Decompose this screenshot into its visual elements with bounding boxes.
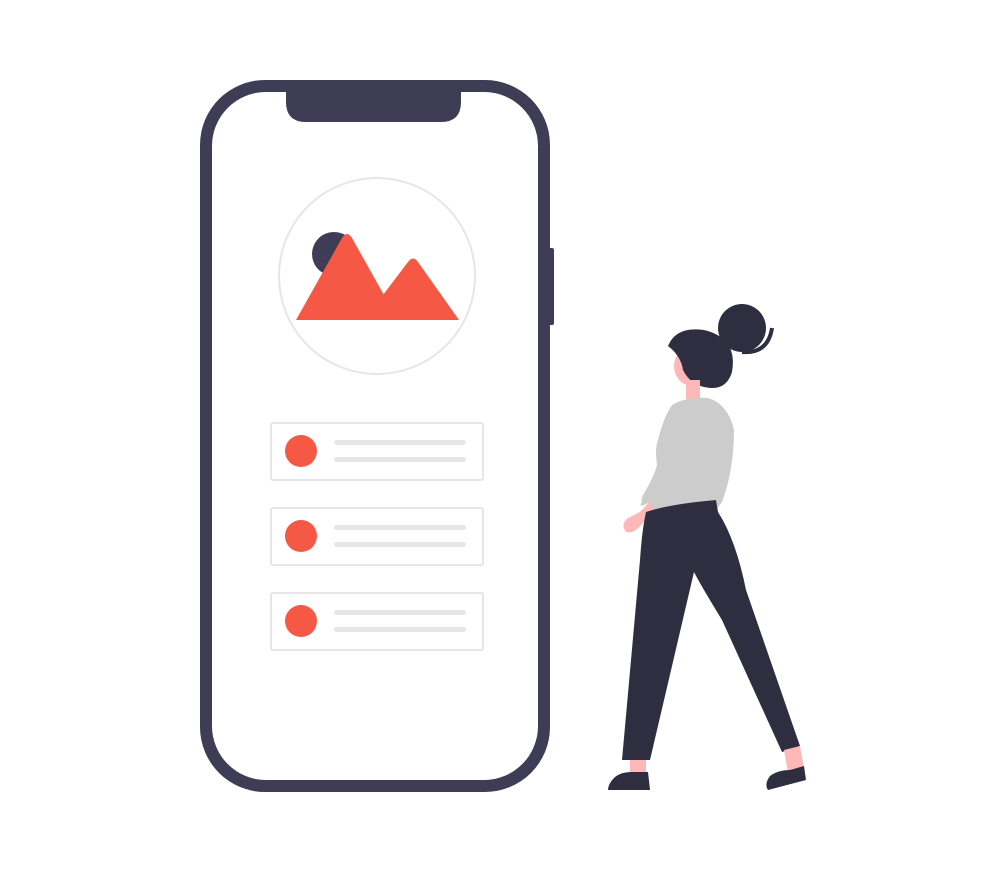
list-item-line-primary [334,525,466,530]
phone-notch [286,92,461,122]
list-item-line-primary [334,440,466,445]
list-item-line-primary [334,610,466,615]
person [608,304,806,790]
list-item[interactable] [270,507,484,566]
list-item-dot [285,605,317,637]
list-item-line-secondary [334,542,466,547]
ankle-back [630,760,646,774]
list-item[interactable] [270,422,484,481]
image-placeholder-circle [278,177,476,375]
image-placeholder-icon [278,177,476,375]
list-item-line-secondary [334,627,466,632]
pants [622,500,800,760]
shoe-back [608,772,650,790]
list-item-line-secondary [334,457,466,462]
phone [200,80,554,792]
list-item-dot [285,520,317,552]
illustration [200,80,806,792]
list-item[interactable] [270,592,484,651]
shoe-front [766,766,806,790]
list-item-dot [285,435,317,467]
